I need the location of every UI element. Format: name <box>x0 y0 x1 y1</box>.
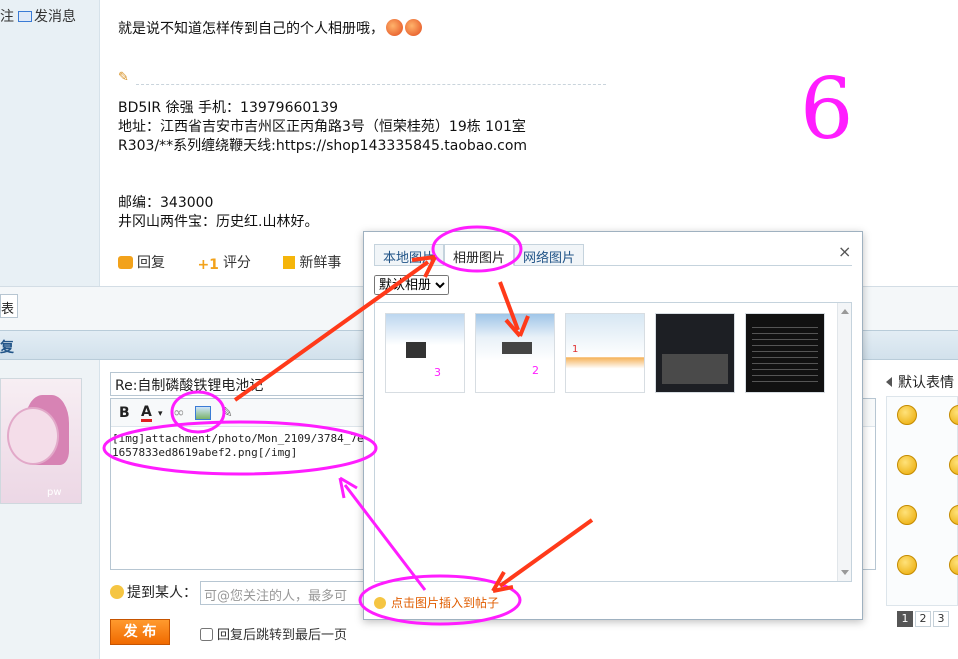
publish-button[interactable]: 发 布 <box>110 619 170 645</box>
thumbnail-detail <box>662 354 728 384</box>
thumbnail-mark: 3 <box>434 366 441 379</box>
thumbnail-detail <box>752 322 818 386</box>
emoticon-pagination: 123 <box>897 611 951 627</box>
signature-line: R303/**系列缠绕鞭天线:https://shop143335845.tao… <box>118 138 528 154</box>
signature-line: BD5IR 徐强 手机：13979660139 <box>118 100 339 116</box>
jump-option[interactable]: 回复后跳转到最后一页 <box>200 624 347 643</box>
avatar-face <box>7 407 59 465</box>
thumbnail-detail <box>406 342 426 358</box>
tab-album-image[interactable]: 相册图片 <box>444 244 515 266</box>
scroll-up-icon[interactable] <box>841 309 849 314</box>
insert-image-button[interactable] <box>195 406 211 420</box>
mention-label: 提到某人： <box>127 585 197 601</box>
page-3[interactable]: 3 <box>933 611 949 627</box>
grimace-emoticon-icon[interactable] <box>897 505 917 525</box>
page-2[interactable]: 2 <box>915 611 931 627</box>
mention-input[interactable]: 可@您关注的人，最多可 <box>200 581 365 605</box>
signature-line: 井冈山两件宝：历史红.山林好。 <box>118 214 319 230</box>
album-thumbnail[interactable]: 2 <box>475 313 555 393</box>
lightbulb-icon <box>374 597 386 609</box>
jump-label: 回复后跳转到最后一页 <box>217 628 348 643</box>
pencil-icon: ✎ <box>118 70 129 85</box>
emoticon-icon[interactable] <box>949 455 958 475</box>
reply-header: 复 <box>0 340 14 356</box>
album-thumbnail[interactable]: 3 <box>385 313 465 393</box>
fresh-action[interactable]: 新鲜事 <box>283 255 355 271</box>
emoji-icon <box>405 19 422 36</box>
plus-one-icon: +1 <box>197 257 219 273</box>
post-actions: 回复 +1 评分 新鲜事 <box>118 252 369 273</box>
reply-icon <box>118 256 133 269</box>
emoticon-icon[interactable] <box>949 405 958 425</box>
album-thumbnail[interactable]: 1 <box>565 313 645 393</box>
mention-row: 提到某人： <box>110 582 197 602</box>
signature-line: 地址：江西省吉安市吉州区正丙角路3号（恒荣桂苑）19栋 101室 <box>118 119 526 135</box>
tab-local-image[interactable]: 本地图片 <box>374 244 445 266</box>
emoticon-icon[interactable] <box>949 555 958 575</box>
angry-emoticon-icon[interactable] <box>897 555 917 575</box>
gallery-scrollbar[interactable] <box>837 303 851 581</box>
thumbnail-mark: 2 <box>532 364 539 377</box>
album-select[interactable]: 默认相册 <box>374 275 449 295</box>
chevron-down-icon[interactable]: ▾ <box>158 409 163 419</box>
emoticon-panel <box>886 396 958 606</box>
follow-link-fragment[interactable]: 注 <box>0 9 14 25</box>
mention-icon <box>110 585 124 599</box>
send-message-link[interactable]: 发消息 <box>34 9 76 25</box>
tab-web-image[interactable]: 网络图片 <box>514 244 585 266</box>
mail-icon <box>18 11 32 22</box>
insert-image-dialog: 本地图片 相册图片 网络图片 × 默认相册 3 2 1 点击图片插入到帖子 <box>363 231 863 620</box>
signature-divider <box>136 84 606 85</box>
annotation-number: 6 <box>800 60 854 158</box>
top-links: 注 发消息 <box>0 6 76 26</box>
album-thumbnail[interactable] <box>745 313 825 393</box>
rate-action[interactable]: +1 评分 <box>197 255 264 273</box>
thumbnail-detail <box>502 342 532 354</box>
tab-fragment[interactable]: 表 <box>0 294 18 318</box>
emoticon-icon[interactable] <box>949 505 958 525</box>
font-color-button[interactable]: A <box>141 405 152 422</box>
editor-content[interactable]: [img]attachment/photo/Mon_2109/3784_7eba… <box>112 432 378 460</box>
thumbnail-mark: 1 <box>572 344 579 355</box>
album-thumbnail[interactable] <box>655 313 735 393</box>
reply-action[interactable]: 回复 <box>118 255 179 271</box>
smile-emoticon-icon[interactable] <box>897 405 917 425</box>
dialog-tip: 点击图片插入到帖子 <box>374 594 499 611</box>
subject-input[interactable]: Re:自制磷酸铁锂电池记 <box>110 372 368 396</box>
brush-icon[interactable]: ✎ <box>221 405 233 421</box>
bold-button[interactable]: B <box>119 405 130 421</box>
album-gallery: 3 2 1 <box>374 302 852 582</box>
emoticon-header[interactable]: 默认表情 <box>886 372 958 396</box>
close-icon[interactable]: × <box>838 242 851 261</box>
emoji-icon <box>386 19 403 36</box>
chevron-left-icon[interactable] <box>886 377 892 387</box>
scroll-down-icon[interactable] <box>841 570 849 575</box>
avatar-badge: pw <box>47 487 62 498</box>
link-icon[interactable]: ∞ <box>173 405 185 421</box>
post-text-line: 就是说不知道怎样传到自己的个人相册哦， <box>118 18 422 38</box>
page-1[interactable]: 1 <box>897 611 913 627</box>
signature-line: 邮编：343000 <box>118 195 214 211</box>
avatar: pw <box>0 378 82 504</box>
fresh-icon <box>283 256 296 269</box>
jump-checkbox[interactable] <box>200 628 213 641</box>
laugh-emoticon-icon[interactable] <box>897 455 917 475</box>
